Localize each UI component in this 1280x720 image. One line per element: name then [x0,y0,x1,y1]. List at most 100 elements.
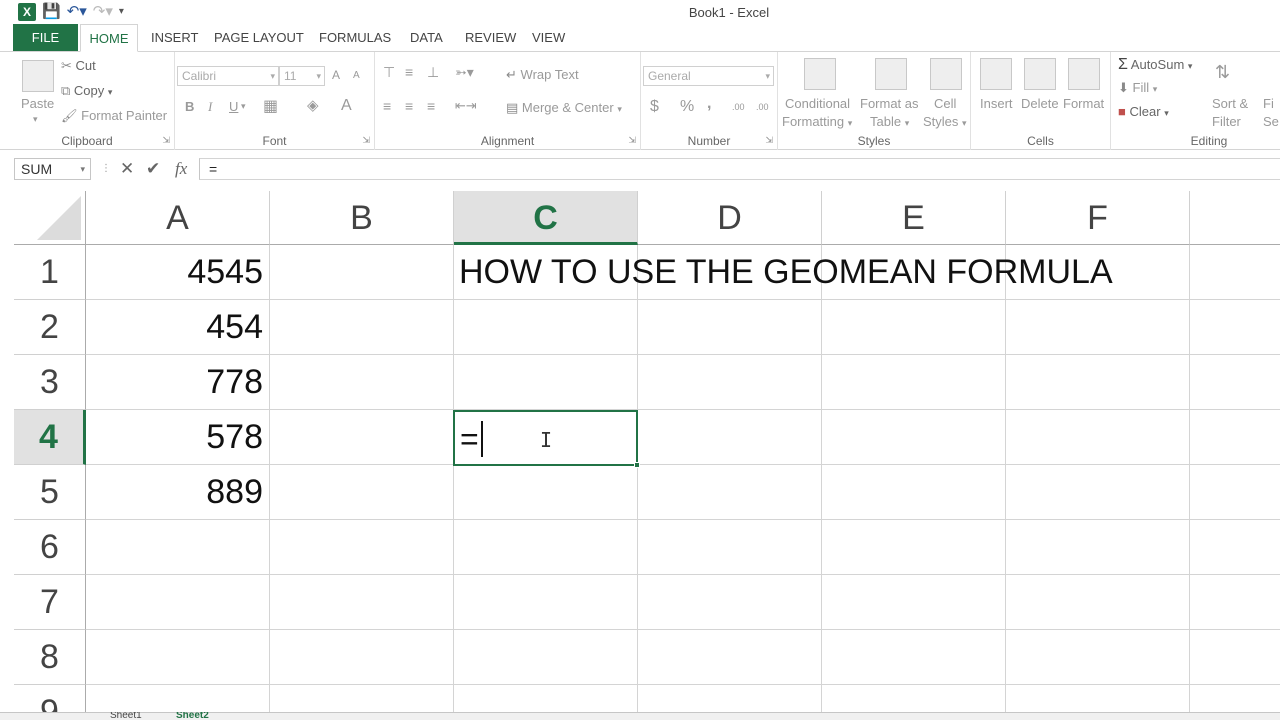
font-launcher-icon[interactable]: ⇲ [362,135,370,146]
column-header-b[interactable]: B [270,191,454,245]
indent-icons[interactable]: ⇤⇥ [455,98,477,114]
cell-c4-active[interactable]: = I [453,410,640,468]
underline-button[interactable]: U [229,99,238,114]
column-header-d[interactable]: D [638,191,822,245]
font-name-combo[interactable]: Calibri ▾ [177,66,279,86]
row-header-7[interactable]: 7 [14,575,86,630]
fill-color-icon[interactable]: ◈ [307,96,319,114]
paste-button[interactable]: Paste [21,96,54,111]
sort-filter-icon: ⇅ [1215,62,1231,82]
cell-a1[interactable]: 4545 [86,245,263,300]
align-left-icon[interactable]: ≡ [383,98,391,114]
row-header-3[interactable]: 3 [14,355,86,410]
row-header-2[interactable]: 2 [14,300,86,355]
cell-styles-label-2[interactable]: Styles ▾ [923,114,967,129]
clear-button[interactable]: ■ Clear ▾ [1118,104,1169,119]
row-header-6[interactable]: 6 [14,520,86,575]
shrink-font-button[interactable]: A [353,70,360,81]
decrease-decimal-button[interactable]: .00 [756,102,769,112]
tab-file[interactable]: FILE [13,24,78,51]
number-group-label: Number [687,134,731,148]
conditional-formatting-label-2[interactable]: Formatting ▾ [782,114,852,129]
tab-home[interactable]: HOME [80,24,138,52]
cell-a4[interactable]: 578 [86,410,263,465]
tab-review[interactable]: REVIEW [455,24,526,51]
fill-button[interactable]: ⬇ Fill ▾ [1118,80,1157,96]
paste-dropdown-icon[interactable]: ▾ [33,114,38,125]
column-header-e[interactable]: E [822,191,1006,245]
sort-filter-button[interactable]: Sort & [1212,96,1248,111]
borders-icon[interactable]: ▦ [263,96,278,116]
format-painter-button[interactable]: 🖌 Format Painter [61,108,167,124]
align-middle-icon[interactable]: ≡ [405,64,413,80]
align-top-icon[interactable]: ⊤ [383,64,395,81]
sheet-tab-1[interactable]: Sheet1 [110,712,142,720]
cell-grid[interactable]: 4545 454 778 578 889 HOW TO USE THE GEOM… [86,245,1280,720]
column-header-f[interactable]: F [1006,191,1190,245]
chevron-down-icon: ▾ [617,104,622,114]
chevron-down-icon: ▾ [1164,108,1169,118]
row-header-5[interactable]: 5 [14,465,86,520]
fill-handle[interactable] [634,462,640,468]
cell-a2[interactable]: 454 [86,300,263,355]
align-bottom-icon[interactable]: ⊥ [427,64,439,81]
comma-button[interactable]: , [707,95,711,113]
number-format-combo[interactable]: General ▾ [643,66,774,86]
format-cells-button[interactable]: Format [1063,96,1104,111]
cell-styles-button[interactable]: Cell [934,96,956,111]
sort-filter-label-2[interactable]: Filter [1212,114,1241,129]
autosum-button[interactable]: Σ AutoSum ▾ [1118,56,1192,74]
tab-formulas[interactable]: FORMULAS [309,24,401,51]
cells-group: Insert Delete Format Cells [971,52,1111,150]
select-all-button[interactable] [14,191,86,245]
column-header-c[interactable]: C [454,191,638,245]
find-select-label-2[interactable]: Se [1263,114,1279,129]
row-header-4[interactable]: 4 [14,410,86,465]
grow-font-button[interactable]: A [332,68,340,82]
wrap-text-button[interactable]: ↵ Wrap Text [506,67,579,83]
paste-icon[interactable] [22,60,54,92]
insert-cells-button[interactable]: Insert [980,96,1013,111]
cell-a3[interactable]: 778 [86,355,263,410]
name-box[interactable]: SUM ▾ [14,158,91,180]
tab-insert[interactable]: INSERT [141,24,208,51]
cell-a5[interactable]: 889 [86,465,263,520]
cell-c1[interactable]: HOW TO USE THE GEOMEAN FORMULA [459,245,1113,300]
font-color-button[interactable]: A [341,97,352,115]
row-header-1[interactable]: 1 [14,245,86,300]
copy-button[interactable]: ⧉ Copy ▾ [61,83,112,99]
sheet-tab-2[interactable]: Sheet2 [176,712,209,720]
tab-view[interactable]: VIEW [522,24,575,51]
tab-page-layout[interactable]: PAGE LAYOUT [204,24,314,51]
format-as-table-label-2[interactable]: Table ▾ [870,114,909,129]
grid-line [86,574,1280,575]
row-header-8[interactable]: 8 [14,630,86,685]
enter-button[interactable]: ✔ [146,159,160,179]
clipboard-launcher-icon[interactable]: ⇲ [162,135,170,146]
chevron-down-icon: ▾ [270,71,275,81]
cut-button[interactable]: ✂ Cut [61,58,96,74]
find-select-button[interactable]: Fi [1263,96,1274,111]
italic-button[interactable]: I [208,99,212,115]
currency-button[interactable]: $ [650,98,659,116]
column-header-g-partial[interactable] [1190,191,1280,245]
tab-data[interactable]: DATA [400,24,453,51]
formula-input[interactable]: = [199,158,1280,180]
align-right-icon[interactable]: ≡ [427,98,435,114]
format-as-table-button[interactable]: Format as [860,96,919,111]
bold-button[interactable]: B [185,99,194,114]
align-center-icon[interactable]: ≡ [405,98,413,114]
number-launcher-icon[interactable]: ⇲ [765,135,773,146]
alignment-launcher-icon[interactable]: ⇲ [628,135,636,146]
increase-decimal-button[interactable]: .00 [732,102,745,112]
percent-button[interactable]: % [680,98,694,116]
column-header-a[interactable]: A [86,191,270,245]
cancel-button[interactable]: ✕ [120,159,134,179]
insert-function-button[interactable]: fx [175,159,187,179]
font-size-combo[interactable]: 11 ▾ [279,66,325,86]
merge-center-button[interactable]: ▤ Merge & Center ▾ [506,100,622,116]
conditional-formatting-button[interactable]: Conditional [785,96,850,111]
underline-dropdown-icon[interactable]: ▾ [241,101,246,112]
delete-cells-button[interactable]: Delete [1021,96,1059,111]
orientation-icon[interactable]: ➳▾ [455,64,474,81]
